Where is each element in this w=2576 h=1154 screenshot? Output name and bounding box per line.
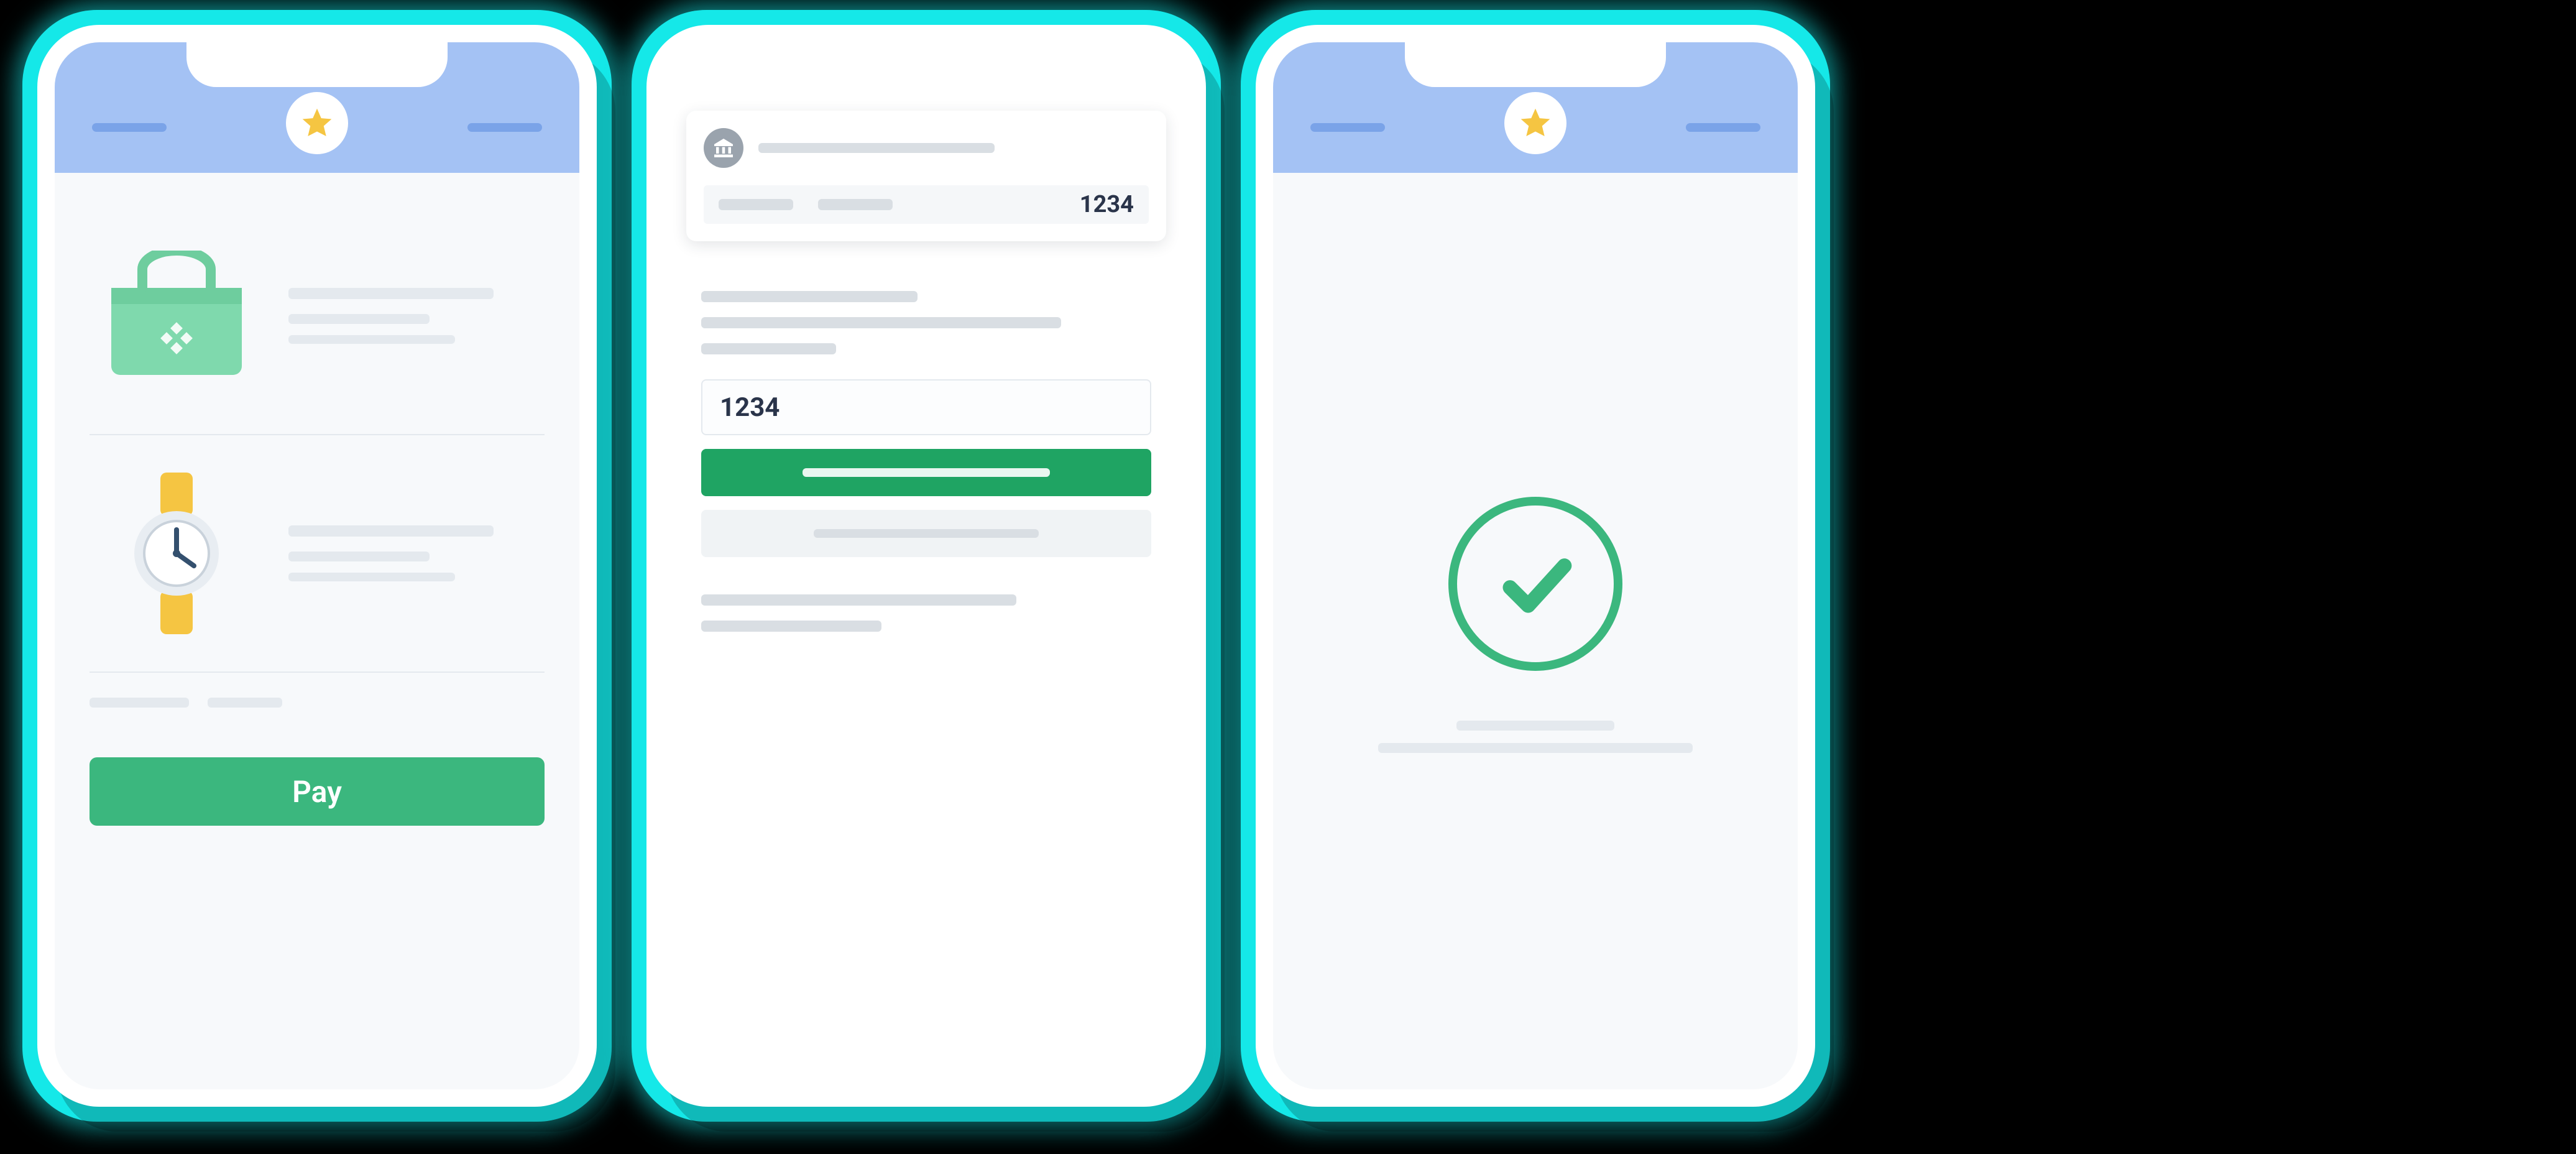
otp-input[interactable]: 1234 xyxy=(701,379,1151,435)
phone-notch xyxy=(186,42,448,87)
summary-row xyxy=(90,673,545,720)
confirm-button[interactable] xyxy=(701,449,1151,496)
header-left-placeholder xyxy=(92,123,167,132)
product-image xyxy=(90,466,264,640)
list-item xyxy=(90,198,545,435)
checkmark-icon xyxy=(1492,540,1579,627)
card-row: 1234 xyxy=(704,185,1149,224)
placeholder-line xyxy=(288,288,494,299)
placeholder-line xyxy=(1456,721,1614,731)
placeholder-line xyxy=(288,573,455,581)
placeholder-line xyxy=(208,698,282,708)
success-badge xyxy=(1448,497,1622,671)
product-details xyxy=(264,288,545,344)
pay-button[interactable]: Pay xyxy=(90,757,545,826)
phone-checkout: Pay xyxy=(37,25,597,1107)
phone-screen xyxy=(1273,42,1798,1089)
phone-body xyxy=(1256,25,1815,1107)
placeholder-line xyxy=(701,594,1016,606)
phone-body: Pay xyxy=(37,25,597,1107)
placeholder-line xyxy=(288,335,455,344)
phone-screen: 1234 1234 xyxy=(664,42,1189,1089)
secondary-button-label-placeholder xyxy=(814,529,1039,538)
phone-notch xyxy=(1405,42,1666,87)
phone-auth: 1234 1234 xyxy=(646,25,1206,1107)
bank-building-icon xyxy=(712,137,735,159)
bank-icon xyxy=(704,128,743,168)
bank-card-header xyxy=(704,128,1149,168)
placeholder-line xyxy=(288,314,430,324)
bag-icon xyxy=(105,251,248,381)
product-details xyxy=(264,525,545,581)
auth-body: 1234 xyxy=(664,241,1189,696)
watch-icon xyxy=(127,473,226,634)
placeholder-line xyxy=(1378,743,1693,753)
app-logo-badge xyxy=(286,92,348,154)
placeholder-line xyxy=(818,199,893,210)
header-left-placeholder xyxy=(1310,123,1385,132)
card-last4: 1234 xyxy=(1080,191,1134,218)
star-icon xyxy=(300,106,334,141)
success-content xyxy=(1273,173,1798,1089)
otp-value: 1234 xyxy=(720,392,780,423)
secondary-button[interactable] xyxy=(701,510,1151,557)
placeholder-line xyxy=(288,552,430,561)
header-right-placeholder xyxy=(1686,123,1760,132)
success-text xyxy=(1378,721,1693,765)
phone-screen: Pay xyxy=(55,42,579,1089)
placeholder-line xyxy=(701,621,881,632)
checkout-content: Pay xyxy=(55,173,579,851)
list-item xyxy=(90,435,545,673)
pay-button-label: Pay xyxy=(292,774,342,810)
star-icon xyxy=(1518,106,1553,141)
bank-name-placeholder xyxy=(758,143,995,153)
phone-body: 1234 1234 xyxy=(646,25,1206,1107)
placeholder-line xyxy=(288,525,494,537)
placeholder-line xyxy=(701,343,836,354)
phone-success xyxy=(1256,25,1815,1107)
confirm-button-label-placeholder xyxy=(803,468,1050,477)
placeholder-line xyxy=(719,199,793,210)
placeholder-line xyxy=(90,698,189,708)
placeholder-line xyxy=(701,291,918,302)
phone-notch xyxy=(796,42,1057,87)
bank-card: 1234 xyxy=(686,111,1166,241)
product-image xyxy=(90,229,264,403)
header-right-placeholder xyxy=(467,123,542,132)
placeholder-line xyxy=(701,317,1061,328)
app-logo-badge xyxy=(1504,92,1566,154)
